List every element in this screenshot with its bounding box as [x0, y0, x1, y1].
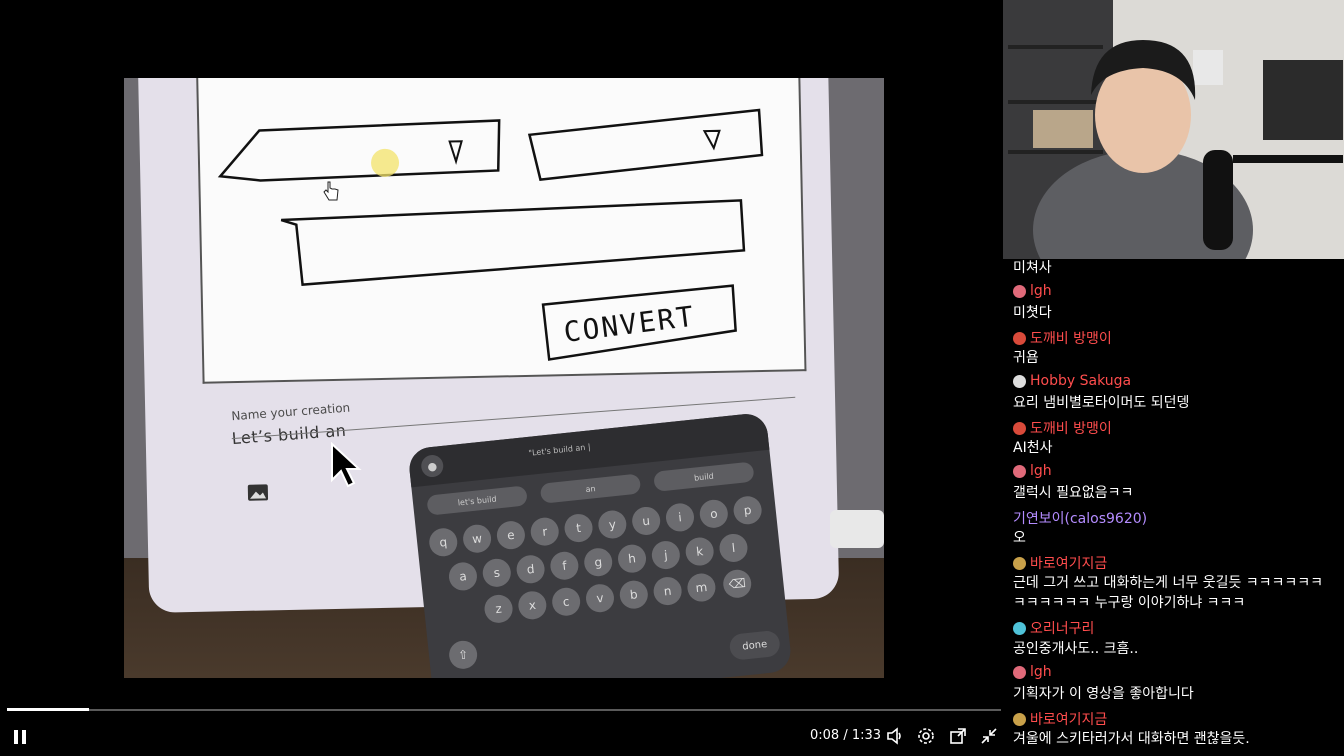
chat-message: 오 [1013, 530, 1026, 546]
chat-username[interactable]: 바로여기지금 [1013, 709, 1107, 729]
key[interactable]: e [495, 519, 527, 551]
volume-icon[interactable] [886, 727, 904, 745]
user-badge-icon [1013, 621, 1026, 635]
key[interactable]: b [618, 579, 650, 611]
chat-username[interactable]: 도깨비 방맹이 [1013, 418, 1112, 438]
suggestion-2[interactable]: an [539, 473, 642, 504]
chat-username[interactable]: 도깨비 방맹이 [1013, 328, 1112, 348]
done-key[interactable]: done [728, 629, 781, 661]
side-panel-button[interactable] [830, 510, 884, 548]
chat-username[interactable]: lgh [1013, 664, 1052, 680]
chat-message: 겨울에 스키타러가서 대화하면 괜찮을듯. [1013, 731, 1250, 747]
sketch-drawing [217, 108, 764, 361]
chat-username[interactable]: Hobby Sakuga [1013, 373, 1131, 389]
mic-icon[interactable]: ● [420, 453, 445, 479]
chat-message: 미쳐사 [1013, 260, 1052, 276]
hand-cursor-icon [323, 181, 339, 201]
webcam-feed [1003, 0, 1344, 259]
chat-message: 공인중개사도.. 크흠.. [1013, 641, 1139, 657]
progress-track[interactable] [7, 709, 1001, 711]
cursor-arrow-icon [331, 442, 362, 488]
chat-username[interactable]: 바로여기지금 [1013, 553, 1107, 573]
chat-message: 귀욤 [1013, 350, 1039, 366]
key[interactable]: a [447, 561, 479, 592]
image-icon[interactable] [247, 483, 269, 501]
time-display: 0:08 / 1:33 [810, 728, 882, 743]
key[interactable]: t [563, 512, 594, 544]
pause-icon[interactable] [12, 728, 28, 746]
key[interactable]: f [549, 550, 580, 582]
backspace-icon[interactable]: ⌫ [721, 568, 753, 600]
chat-panel[interactable]: 미쳐사 lgh 미쳣다 도깨비 방맹이 귀욤 Hobby Sakuga 요리 냄… [1003, 259, 1344, 756]
key[interactable]: v [584, 582, 616, 614]
user-badge-icon [1013, 421, 1026, 435]
chat-message: AI천사 [1013, 440, 1053, 456]
key[interactable]: p [732, 494, 764, 526]
exit-fullscreen-icon[interactable] [980, 727, 998, 745]
chat-message: 요리 냄비별로타이머도 되던뎅 [1013, 395, 1190, 411]
keyboard-preview-text: "Let's build an | [527, 442, 591, 458]
key[interactable]: h [616, 543, 648, 575]
popout-icon[interactable] [949, 727, 967, 745]
key[interactable]: q [427, 526, 459, 558]
key[interactable]: k [684, 536, 716, 567]
key[interactable]: c [550, 586, 582, 618]
video-frame[interactable]: CONVERT Name your creation Let’s build a… [124, 78, 884, 678]
key[interactable]: s [481, 557, 513, 589]
key[interactable]: n [652, 575, 684, 607]
chat-username[interactable]: lgh [1013, 463, 1052, 479]
webcam-image [1003, 0, 1344, 259]
chat-username[interactable]: lgh [1013, 283, 1052, 299]
shift-icon[interactable]: ⇧ [447, 639, 479, 671]
settings-icon[interactable] [917, 727, 935, 745]
key[interactable]: x [516, 589, 548, 621]
user-badge-icon [1013, 464, 1026, 478]
key[interactable]: r [529, 516, 561, 548]
chat-message: 미쳣다 [1013, 305, 1052, 321]
name-label: Name your creation [230, 400, 351, 424]
suggestion-1[interactable]: let's build [426, 485, 528, 516]
key[interactable]: y [596, 509, 628, 540]
virtual-keyboard[interactable]: ● "Let's build an | let's build an build… [407, 411, 793, 678]
key[interactable]: j [650, 539, 682, 571]
sketch-canvas[interactable]: CONVERT [195, 78, 807, 384]
chat-message: 갤럭시 필요없음ㅋㅋ [1013, 485, 1134, 501]
user-badge-icon [1013, 284, 1026, 298]
chat-message: 근데 그거 쓰고 대화하는게 너무 웃길듯 ㅋㅋㅋㅋㅋㅋ [1013, 575, 1324, 591]
key[interactable]: z [483, 593, 514, 625]
user-badge-icon [1013, 331, 1026, 345]
key[interactable]: u [630, 505, 662, 537]
key[interactable]: w [461, 523, 493, 555]
suggestion-3[interactable]: build [653, 461, 755, 492]
chat-message: 기획자가 이 영상을 좋아합니다 [1013, 686, 1194, 702]
user-badge-icon [1013, 665, 1026, 679]
key[interactable]: i [664, 502, 696, 533]
key[interactable]: m [686, 572, 717, 603]
chat-message: ㅋㅋㅋㅋㅋㅋ 누구랑 이야기하냐 ㅋㅋㅋ [1013, 595, 1246, 611]
chat-username[interactable]: 기연보이(calos9620) [1013, 508, 1147, 528]
key[interactable]: d [515, 553, 546, 585]
key[interactable]: g [582, 546, 614, 578]
progress-fill [7, 708, 89, 711]
user-badge-icon [1013, 712, 1026, 726]
chat-username[interactable]: 오리너구리 [1013, 618, 1094, 638]
user-badge-icon [1013, 374, 1026, 388]
key[interactable]: l [718, 532, 749, 564]
key[interactable]: o [698, 498, 730, 530]
user-badge-icon [1013, 556, 1026, 570]
